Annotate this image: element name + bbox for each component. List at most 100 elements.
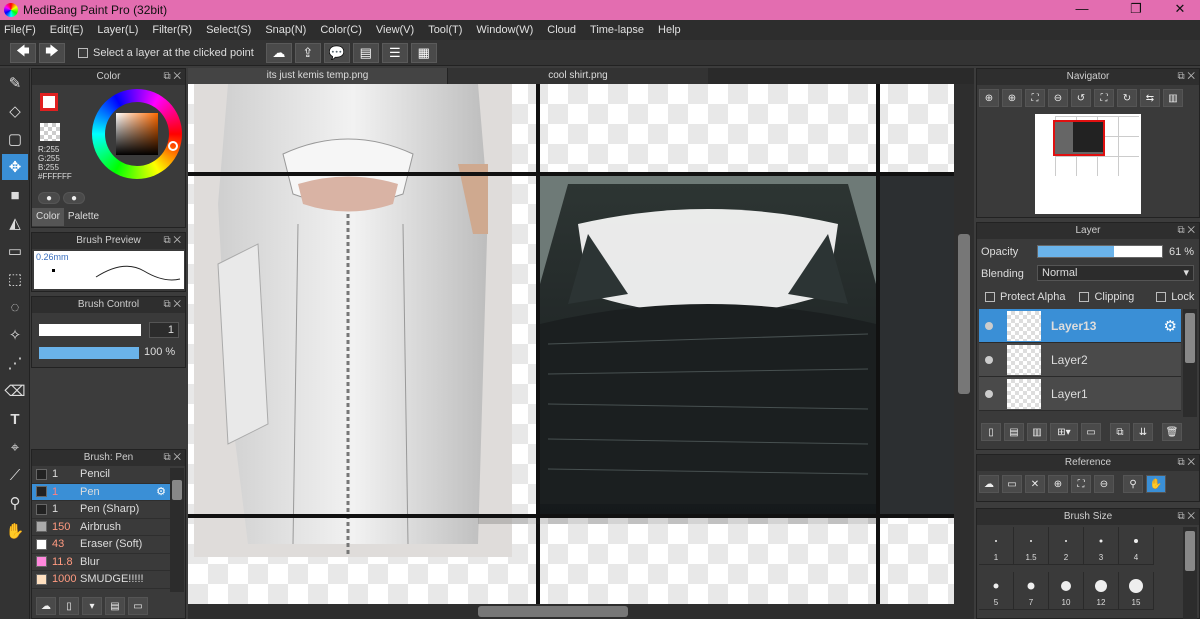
brush-item[interactable]: 43 Eraser (Soft) <box>32 536 170 554</box>
color-picker-icon[interactable]: ● <box>63 192 85 204</box>
menu-help[interactable]: Help <box>658 24 681 36</box>
brush-size-scrollbar[interactable] <box>1183 527 1197 619</box>
select-layer-toggle[interactable]: Select a layer at the clicked point <box>78 47 254 59</box>
brush-item[interactable]: 1000 SMUDGE!!!!! <box>32 571 170 589</box>
reference-eyedropper-icon[interactable]: ⚲ <box>1123 475 1143 493</box>
brush-folder-icon[interactable]: ▭ <box>128 597 148 615</box>
select-layer-checkbox[interactable] <box>78 47 88 58</box>
drawing-canvas[interactable] <box>188 84 974 604</box>
tab-palette[interactable]: Palette <box>64 208 103 226</box>
reference-zoom-out-icon[interactable]: ⊖ <box>1094 475 1114 493</box>
eyedropper-icon[interactable]: ⚲ <box>2 490 28 516</box>
panel-close-icon[interactable]: ⧉ ✕ <box>163 297 181 313</box>
reset-icon[interactable]: ▥ <box>1163 89 1183 107</box>
menu-select[interactable]: Select(S) <box>206 24 251 36</box>
panel-close-icon[interactable]: ⧉ ✕ <box>163 69 181 85</box>
panel-close-icon[interactable]: ⧉ ✕ <box>1177 69 1195 85</box>
eraser-tool-icon[interactable]: ◇ <box>2 98 28 124</box>
zoom-in-icon[interactable]: ⊕ <box>979 89 999 107</box>
delete-layer-icon[interactable]: 🗑 <box>1162 423 1182 441</box>
viewport-indicator[interactable] <box>1053 120 1105 156</box>
brush-menu-icon[interactable]: ▾ <box>82 597 102 615</box>
add-layer-menu-icon[interactable]: ⊞▾ <box>1050 423 1078 441</box>
panel-close-icon[interactable]: ⧉ ✕ <box>1177 455 1195 471</box>
menu-file[interactable]: File(F) <box>4 24 36 36</box>
blending-select[interactable]: Normal ▾ <box>1037 265 1194 281</box>
brush-size-cell[interactable]: 3 <box>1084 527 1119 565</box>
brush-opacity-slider[interactable] <box>39 347 139 359</box>
select-pen-icon[interactable]: ⋰ <box>2 350 28 376</box>
gear-icon[interactable]: ⚙ <box>1164 317 1177 335</box>
select-eraser-icon[interactable]: ⌫ <box>2 378 28 404</box>
tab-doc-1[interactable]: its just kemis temp.png <box>188 68 448 84</box>
layer-row[interactable]: Layer13 ⚙ <box>979 309 1181 343</box>
menu-layer[interactable]: Layer(L) <box>97 24 138 36</box>
flip-icon[interactable]: ⇆ <box>1140 89 1160 107</box>
lock-checkbox[interactable] <box>1156 292 1167 302</box>
hand-tool-icon[interactable]: ✋ <box>2 518 28 544</box>
brush-settings-icon[interactable]: ▤ <box>105 597 125 615</box>
reference-hand-icon[interactable]: ✋ <box>1146 475 1166 493</box>
canvas-vscrollbar[interactable] <box>954 84 974 604</box>
divide-tool-icon[interactable]: ⟋ <box>2 462 28 488</box>
rectangle-tool-icon[interactable]: ▢ <box>2 126 28 152</box>
reference-fit-icon[interactable]: ⛶ <box>1071 475 1091 493</box>
canvas-hscrollbar[interactable] <box>188 604 974 619</box>
layer-folder-icon[interactable]: ▭ <box>1081 423 1101 441</box>
menu-window[interactable]: Window(W) <box>476 24 533 36</box>
transparent-color-swatch[interactable] <box>40 123 60 141</box>
move-tool-icon[interactable]: ✥ <box>2 154 28 180</box>
new-layer-icon[interactable]: ▯ <box>981 423 1001 441</box>
brush-item[interactable]: 1 Pencil <box>32 466 170 484</box>
brush-item[interactable]: 150 Airbrush <box>32 519 170 536</box>
hue-handle[interactable] <box>168 141 178 151</box>
rotate-left-icon[interactable]: ↺ <box>1071 89 1091 107</box>
brush-item[interactable]: 1 Pen ⚙ <box>32 483 170 501</box>
maximize-button[interactable]: ❐ <box>1116 1 1156 17</box>
brush-tool-icon[interactable]: ✎ <box>2 70 28 96</box>
gear-icon[interactable]: ⚙ <box>156 485 166 498</box>
panel-close-icon[interactable]: ⧉ ✕ <box>163 233 181 249</box>
color-mode-icon[interactable]: ● <box>38 192 60 204</box>
list-icon[interactable]: ☰ <box>381 42 408 63</box>
brush-item[interactable]: 11.8 Blur <box>32 554 170 571</box>
reference-open-icon[interactable]: ▭ <box>1002 475 1022 493</box>
menu-edit[interactable]: Edit(E) <box>50 24 84 36</box>
close-button[interactable]: ✕ <box>1160 1 1200 17</box>
protect-alpha-checkbox[interactable] <box>985 292 995 302</box>
menu-snap[interactable]: Snap(N) <box>265 24 306 36</box>
new-1bit-layer-icon[interactable]: ▥ <box>1027 423 1047 441</box>
brush-list-scrollbar[interactable] <box>170 468 184 592</box>
brush-size-slider[interactable] <box>39 324 141 336</box>
menu-cloud[interactable]: Cloud <box>547 24 576 36</box>
brush-size-cell[interactable]: 15 <box>1119 572 1154 610</box>
note-icon[interactable]: ▤ <box>352 42 379 63</box>
color-wheel[interactable] <box>92 89 182 179</box>
visibility-icon[interactable] <box>985 389 993 398</box>
brush-size-cell[interactable]: 4 <box>1119 527 1154 565</box>
brush-cloud-icon[interactable]: ☁ <box>36 597 56 615</box>
panel-close-icon[interactable]: ⧉ ✕ <box>163 450 181 466</box>
menu-timelapse[interactable]: Time-lapse <box>590 24 644 36</box>
cloud-icon[interactable]: ☁ <box>265 42 292 63</box>
fit-icon[interactable]: ⛶ <box>1025 89 1045 107</box>
gradient-tool-icon[interactable]: ▭ <box>2 238 28 264</box>
layer-row[interactable]: Layer2 <box>979 343 1181 377</box>
menu-color[interactable]: Color(C) <box>320 24 362 36</box>
new-brush-icon[interactable]: ▯ <box>59 597 79 615</box>
layer-opacity-slider[interactable] <box>1037 245 1163 258</box>
menu-tool[interactable]: Tool(T) <box>428 24 462 36</box>
brush-size-cell[interactable]: 1 <box>979 527 1014 565</box>
bucket-tool-icon[interactable]: ◭ <box>2 210 28 236</box>
layer-list-scrollbar[interactable] <box>1183 309 1197 417</box>
reference-cloud-icon[interactable]: ☁ <box>979 475 999 493</box>
new-halftone-layer-icon[interactable]: ▤ <box>1004 423 1024 441</box>
reference-close-icon[interactable]: ✕ <box>1025 475 1045 493</box>
tab-color[interactable]: Color <box>32 208 64 226</box>
tab-doc-2[interactable]: cool shirt.png <box>448 68 708 84</box>
layer-row[interactable]: Layer1 <box>979 377 1181 411</box>
foreground-color-swatch[interactable] <box>40 93 58 111</box>
grid-icon[interactable]: ▦ <box>410 42 437 63</box>
merge-layer-icon[interactable]: ⇊ <box>1133 423 1153 441</box>
brush-size-cell[interactable]: 1.5 <box>1014 527 1049 565</box>
